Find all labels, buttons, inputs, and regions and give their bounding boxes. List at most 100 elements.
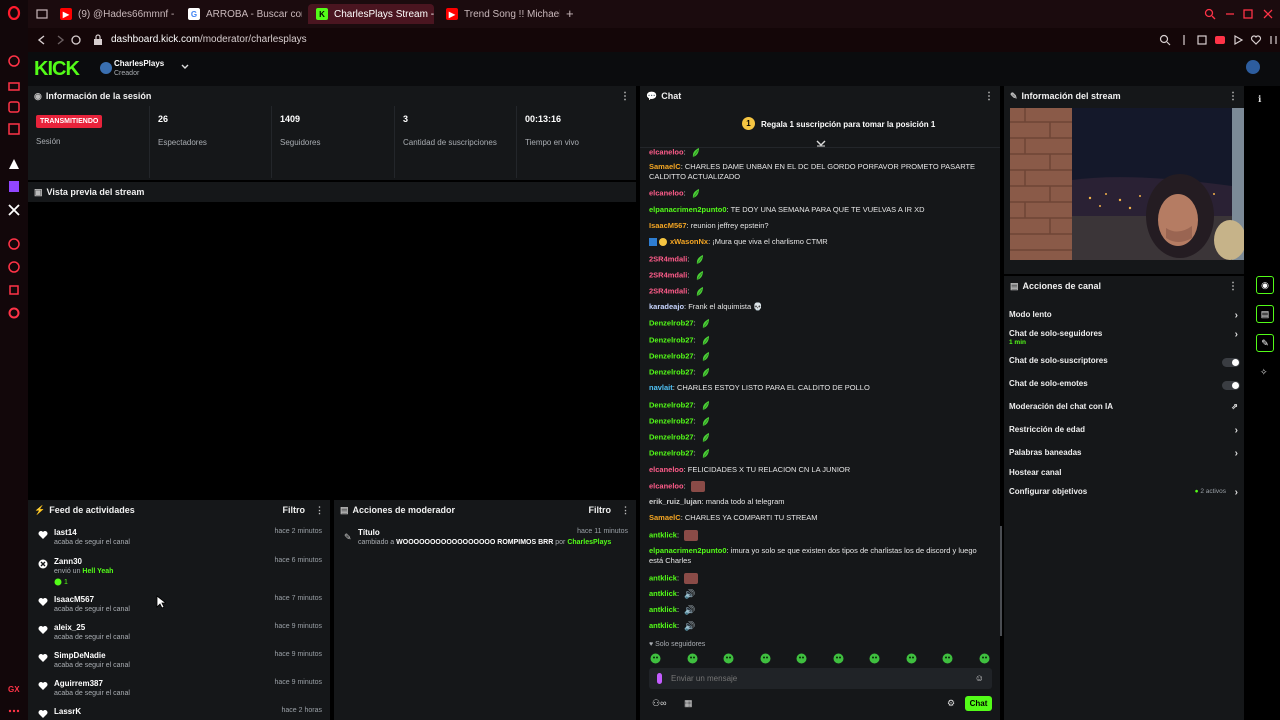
chat-username[interactable]: elpanacrimen2punto0 (649, 546, 727, 555)
chat-username[interactable]: Denzelrob27 (649, 367, 694, 376)
chat-username[interactable]: 2SR4mdali (649, 286, 687, 295)
close-icon[interactable] (1262, 8, 1274, 20)
chat-username[interactable]: Denzelrob27 (649, 432, 694, 441)
chat-username[interactable]: antklick (649, 530, 677, 539)
pin-icon[interactable] (1178, 34, 1190, 46)
url-field[interactable]: dashboard.kick.com/moderator/charlesplay… (111, 34, 307, 45)
settings-gear-icon[interactable] (7, 306, 21, 320)
browser-tab-4[interactable]: ▶ Trend Song !! Michael (438, 4, 560, 24)
rail-broadcast-button[interactable]: ◉ (1256, 276, 1274, 294)
x-twitter-icon[interactable] (7, 203, 21, 217)
browser-tab-2[interactable]: G ARROBA - Buscar con Go (180, 4, 302, 24)
quick-emote-icon[interactable] (650, 653, 661, 664)
feed-username[interactable]: last14 (54, 528, 77, 537)
action-age-restriction[interactable]: Restricción de edad › (1009, 425, 1244, 443)
chat-message-input[interactable] (671, 671, 961, 686)
subscribers-only-toggle[interactable] (1222, 358, 1240, 367)
quick-emote-icon[interactable] (760, 653, 771, 664)
bookmarks-icon[interactable] (7, 100, 21, 114)
sub-gift-banner[interactable]: 1 Regala 1 suscripción para tomar la pos… (640, 108, 1000, 148)
modaction-author[interactable]: CharlesPlays (567, 539, 611, 546)
chat-username[interactable]: elcaneloo (649, 188, 684, 197)
chat-settings-gear-icon[interactable]: ⚙ (947, 698, 955, 709)
quick-emote-icon[interactable] (796, 653, 807, 664)
chat-username[interactable]: Denzelrob27 (649, 400, 694, 409)
chat-username[interactable]: SamaelC (649, 162, 681, 171)
chat-username[interactable]: elcaneloo (649, 481, 684, 490)
chat-username[interactable]: Denzelrob27 (649, 318, 694, 327)
vpn-icon[interactable] (1214, 34, 1226, 46)
feed-username[interactable]: LassrK (54, 707, 81, 716)
action-emotes-only[interactable]: Chat de solo-emotes (1009, 379, 1244, 397)
modactions-filter-button[interactable]: Filtro (589, 505, 612, 515)
forward-icon[interactable] (54, 34, 66, 46)
maximize-icon[interactable] (1242, 8, 1254, 20)
user-avatar[interactable] (1246, 60, 1260, 74)
chat-input-box[interactable]: ☺ (649, 668, 992, 689)
browser-tab-1[interactable]: ▶ (9) @Hades66mmnf - De (52, 4, 174, 24)
chat-username[interactable]: antklick (649, 573, 677, 582)
feed-username[interactable]: aleix_25 (54, 623, 85, 632)
player-icon[interactable] (7, 237, 21, 251)
channel-switch-chevron-icon[interactable] (180, 62, 190, 72)
news-icon[interactable] (7, 122, 21, 136)
quick-emote-icon[interactable] (979, 653, 990, 664)
chat-username[interactable]: Denzelrob27 (649, 448, 694, 457)
chat-users-icon[interactable]: ⚇∞ (652, 698, 666, 709)
chat-username[interactable]: Denzelrob27 (649, 335, 694, 344)
chat-username[interactable]: antklick (649, 589, 677, 598)
emotes-only-toggle[interactable] (1222, 381, 1240, 390)
quick-emote-icon[interactable] (869, 653, 880, 664)
panel-menu-icon[interactable]: ⋮ (620, 91, 630, 102)
zoom-icon[interactable] (1159, 34, 1171, 46)
workspaces-icon[interactable] (36, 8, 48, 20)
chat-username[interactable]: SamaelC (649, 513, 681, 522)
rail-extensions-icon[interactable]: ✧ (1260, 367, 1268, 378)
panel-menu-icon[interactable]: ⋮ (315, 505, 324, 516)
history-icon[interactable] (7, 260, 21, 274)
browser-tab-3-active[interactable]: K CharlesPlays Stream - Ki (308, 4, 434, 24)
action-subscribers-only[interactable]: Chat de solo-suscriptores (1009, 356, 1244, 374)
action-slow-mode[interactable]: Modo lento › (1009, 310, 1244, 328)
chat-username[interactable]: 2SR4mdali (649, 270, 687, 279)
screenshot-icon[interactable] (1196, 34, 1208, 46)
chat-username[interactable]: Denzelrob27 (649, 416, 694, 425)
rail-layout-button[interactable]: ▤ (1256, 305, 1274, 323)
panel-menu-icon[interactable]: ⋮ (984, 91, 994, 102)
action-configure-goals[interactable]: Configurar objetivos ● 2 activos › (1009, 487, 1244, 505)
search-icon[interactable] (1204, 8, 1216, 20)
home-icon[interactable] (7, 78, 21, 92)
mic-icon[interactable] (657, 673, 662, 684)
emoji-picker-icon[interactable]: ☺ (975, 673, 984, 683)
quick-emote-icon[interactable] (833, 653, 844, 664)
play-icon[interactable] (1232, 34, 1244, 46)
chat-username[interactable]: elcaneloo (649, 465, 684, 474)
new-tab-button[interactable]: + (566, 6, 574, 21)
action-ai-moderation[interactable]: Moderación del chat con IA ⇗ (1009, 402, 1244, 420)
action-banned-words[interactable]: Palabras baneadas › (1009, 448, 1244, 466)
chat-username[interactable]: antklick (649, 621, 677, 630)
kick-logo[interactable]: KICK (34, 58, 80, 81)
rail-tools-button[interactable]: ✎ (1256, 334, 1274, 352)
chat-username[interactable]: 2SR4mdali (649, 254, 687, 263)
feed-username[interactable]: Zann30 (54, 557, 82, 566)
action-followers-only[interactable]: Chat de solo-seguidores 1 min › (1009, 329, 1244, 347)
twitch-icon[interactable] (7, 180, 21, 194)
chat-send-button[interactable]: Chat (965, 696, 992, 711)
chat-tools-icon[interactable]: ▦ (684, 698, 693, 709)
chat-username[interactable]: karadeajo (649, 302, 684, 311)
chat-username[interactable]: erik_ruiz_lujan (649, 497, 702, 506)
stream-thumbnail-webcam[interactable] (1010, 108, 1244, 260)
heart-icon[interactable] (1250, 34, 1262, 46)
panel-menu-icon[interactable]: ⋮ (1228, 281, 1238, 292)
action-host-channel[interactable]: Hostear canal (1009, 468, 1244, 486)
minimize-icon[interactable] (1224, 8, 1236, 20)
panel-menu-icon[interactable]: ⋮ (621, 505, 630, 516)
quick-emote-icon[interactable] (906, 653, 917, 664)
feed-username[interactable]: IsaacM567 (54, 595, 94, 604)
chat-username[interactable]: navlait (649, 383, 673, 392)
feed-username[interactable]: Aguirrem387 (54, 679, 103, 688)
info-icon[interactable]: ℹ (1258, 94, 1261, 105)
feed-username[interactable]: SimpDeNadie (54, 651, 106, 660)
back-icon[interactable] (36, 34, 48, 46)
